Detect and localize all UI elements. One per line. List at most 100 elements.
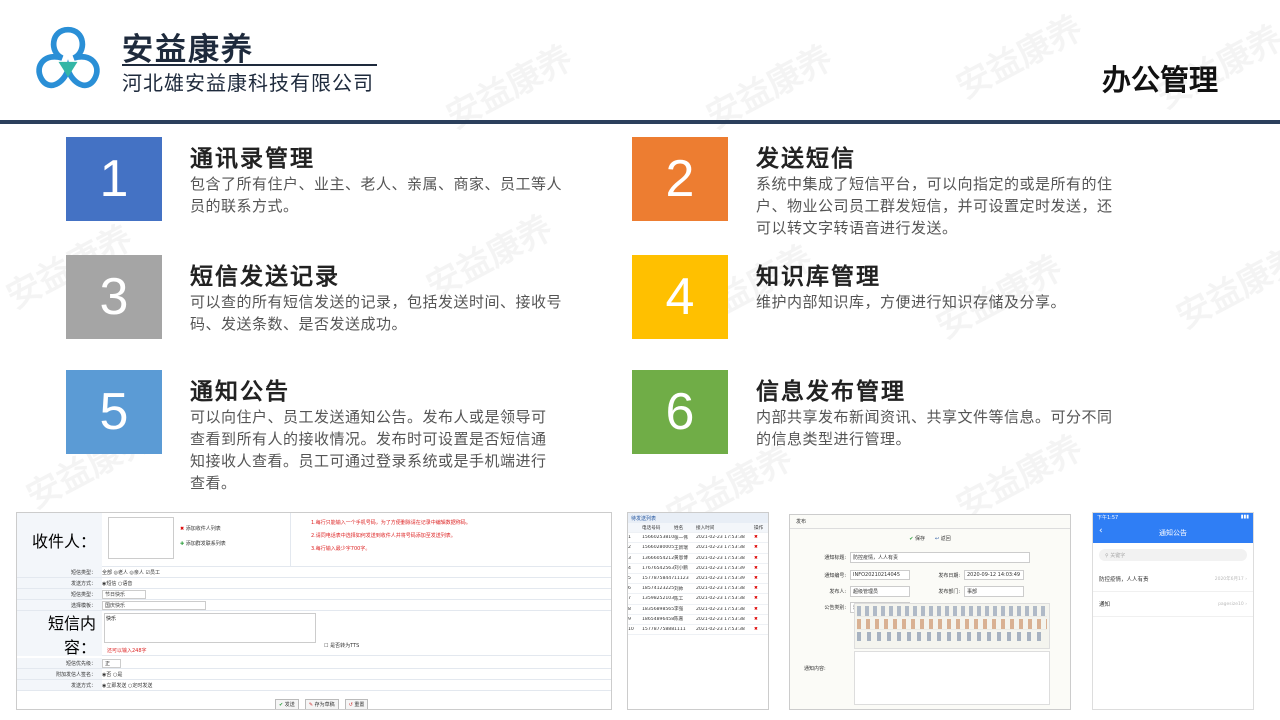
status-time: 下午1:57 bbox=[1097, 515, 1119, 521]
name-cell: 王新瑞 bbox=[674, 545, 688, 551]
time-cell: 2021-02-23 17:53:38 bbox=[696, 535, 745, 541]
row-number: 5 bbox=[628, 576, 631, 582]
recipient-textarea[interactable] bbox=[108, 517, 174, 559]
delete-icon[interactable]: ✖ bbox=[754, 545, 766, 550]
table-row: 6 18574123225 刘帅 2021-02-23 17:53:38 ✖ bbox=[628, 584, 768, 595]
row-number: 10 bbox=[628, 626, 634, 632]
field-label: 短信类型： bbox=[17, 589, 102, 599]
delete-icon[interactable]: ✖ bbox=[754, 607, 766, 612]
tip-line: 2.请同电话表中选择如何发送到收件人并将号码添加至发送列表。 bbox=[311, 533, 456, 539]
mobile-list-item[interactable]: 防控疫情，人人有责 2020年6月17 › bbox=[1093, 567, 1253, 592]
feature-desc: 系统中集成了短信平台，可以向指定的或是所有的住户、物业公司员工群发短信，并可设置… bbox=[756, 175, 1113, 237]
list-item-title: 防控疫情，人人有责 bbox=[1099, 577, 1149, 583]
field-value[interactable]: ◉立即发送 ○定时发送 bbox=[102, 682, 152, 689]
phone-cell: 17676542563 bbox=[642, 565, 674, 571]
table-row: 1 15660253810 张一伟 2021-02-23 17:53:38 ✖ bbox=[628, 533, 768, 544]
tts-checkbox[interactable]: ☐ 是否转为TTS bbox=[324, 642, 359, 649]
feature-item-info-publish: 6 信息发布管理 内部共享发布新闻资讯、共享文件等信息。可分不同的信息类型进行管… bbox=[632, 370, 1152, 460]
table-row: 10 15778775888 1111 2021-02-23 17:53:38 ✖ bbox=[628, 625, 768, 636]
publish-date-input[interactable]: 2020-09-12 14:03:49 bbox=[964, 570, 1024, 580]
list-title: 待发送列表 bbox=[628, 513, 768, 523]
delete-icon[interactable]: ✖ bbox=[754, 586, 766, 591]
field-label: 通知编号: bbox=[824, 572, 846, 579]
feature-desc: 维护内部知识库，方便进行知识存储及分享。 bbox=[756, 293, 1067, 311]
phone-cell: 18654896458 bbox=[642, 616, 674, 622]
delete-icon[interactable]: ✖ bbox=[754, 576, 766, 581]
delete-icon[interactable]: ✖ bbox=[754, 617, 766, 622]
time-cell: 2021-02-23 17:53:38 bbox=[696, 555, 745, 561]
column-header: 电话号码 bbox=[642, 525, 661, 531]
row-number: 8 bbox=[628, 606, 631, 612]
sms-type-select[interactable]: 节日快乐 bbox=[102, 589, 147, 599]
watermark: 安益康养 bbox=[1166, 231, 1280, 338]
feature-item-knowledge-base: 4 知识库管理 维护内部知识库，方便进行知识存储及分享。 bbox=[632, 255, 1152, 345]
field-value[interactable]: ◉否 ○是 bbox=[102, 671, 122, 678]
phone-cell: 15778775888 bbox=[642, 626, 674, 632]
row-number: 2 bbox=[628, 545, 631, 551]
feature-number: 5 bbox=[66, 370, 162, 454]
feature-desc: 内部共享发布新闻资讯、共享文件等信息。可分不同的信息类型进行管理。 bbox=[756, 408, 1113, 448]
delete-icon[interactable]: ✖ bbox=[754, 596, 766, 601]
sms-content-textarea[interactable]: 快乐 bbox=[104, 613, 316, 643]
list-item-meta: pagesize10 › bbox=[1218, 601, 1247, 607]
sms-form-screenshot: 收件人： ✖ 添加收件人列表 ✚ 添加群发联系列表 1.每行只能输入一个手机号码… bbox=[16, 512, 612, 710]
field-label: 发送方式： bbox=[17, 680, 102, 690]
priority-select[interactable]: 正 bbox=[102, 658, 122, 668]
header-divider bbox=[0, 120, 1280, 124]
name-cell: 李强 bbox=[674, 607, 684, 613]
feature-title: 知识库管理 bbox=[756, 264, 881, 290]
send-button[interactable]: ✔ 发送 bbox=[275, 699, 299, 709]
name-cell: 陈嘉 bbox=[674, 617, 684, 623]
phone-cell: 13666054212 bbox=[642, 555, 674, 561]
phone-cell: 15778758447 bbox=[642, 576, 674, 582]
save-draft-button[interactable]: ✎ 存为草稿 bbox=[304, 699, 339, 709]
delete-icon[interactable]: ✖ bbox=[754, 566, 766, 571]
row-number: 1 bbox=[628, 535, 631, 541]
feature-number: 1 bbox=[66, 137, 162, 221]
notice-content-editor[interactable] bbox=[854, 651, 1050, 705]
return-button[interactable]: ↩ 返回 bbox=[935, 535, 951, 542]
delete-icon[interactable]: ✖ bbox=[754, 535, 766, 540]
back-arrow-icon[interactable]: ‹ bbox=[1099, 526, 1103, 536]
list-header: 电话号码 姓名 接入时间 操作 bbox=[628, 523, 768, 534]
feature-title: 通讯录管理 bbox=[190, 146, 315, 172]
field-label: 短信内容： bbox=[17, 611, 102, 657]
mobile-title: 通知公告 bbox=[1159, 529, 1187, 537]
field-value[interactable]: 全部 ◎老人 ◎亲人 ☑员工 bbox=[102, 569, 160, 576]
list-item-meta: 2020年6月17 › bbox=[1214, 577, 1247, 582]
mobile-list-item[interactable]: 通知 pagesize10 › bbox=[1093, 592, 1253, 617]
template-select[interactable]: 国庆快乐 bbox=[102, 600, 207, 610]
add-group-button[interactable]: ✚ 添加群发联系列表 bbox=[180, 540, 290, 547]
save-button[interactable]: ✔ 保存 bbox=[909, 535, 925, 542]
time-cell: 2021-02-23 17:53:39 bbox=[696, 576, 745, 582]
column-header: 接入时间 bbox=[696, 525, 715, 531]
row-number: 4 bbox=[628, 565, 631, 571]
notice-tab[interactable]: 发布 bbox=[790, 515, 1070, 529]
header: 安益康养 河北雄安益康科技有限公司 办公管理 bbox=[0, 0, 1280, 122]
field-label: 短信类型： bbox=[17, 567, 102, 577]
add-recipient-button[interactable]: ✖ 添加收件人列表 bbox=[180, 525, 290, 532]
status-bar: 下午1:57 ▮▮▮ bbox=[1093, 513, 1253, 522]
reset-button[interactable]: ↺ 重置 bbox=[344, 699, 369, 709]
notice-no-input[interactable]: INFO20210214045 bbox=[850, 570, 910, 580]
name-cell: 11123 bbox=[674, 576, 689, 582]
name-cell: 陈工 bbox=[674, 596, 684, 602]
delete-icon[interactable]: ✖ bbox=[754, 556, 766, 561]
dept-input[interactable]: 事部 bbox=[964, 585, 1024, 597]
list-body: 1 15660253810 张一伟 2021-02-23 17:53:38 ✖ 2 1566… bbox=[628, 533, 768, 636]
feature-desc: 可以查的所有短信发送的记录，包括发送时间、接收号码、发送条数、是否发送成功。 bbox=[190, 293, 563, 333]
notice-title-input[interactable]: 防控疫情，人人有责 bbox=[850, 551, 1030, 563]
time-cell: 2021-02-23 17:53:38 bbox=[696, 545, 745, 551]
content-label: 通知内容: bbox=[804, 666, 826, 672]
battery-icon: ▮▮▮ bbox=[1240, 514, 1249, 520]
row-number: 6 bbox=[628, 586, 631, 592]
form-row: 短信优先级：正 bbox=[17, 658, 611, 669]
field-value[interactable]: ◉短信 ○语音 bbox=[102, 580, 132, 587]
mobile-search-input[interactable]: ⚲ 关键字 bbox=[1099, 549, 1247, 561]
field-label: 短信优先级： bbox=[17, 658, 102, 668]
mobile-screenshot: 下午1:57 ▮▮▮ ‹ 通知公告 ⚲ 关键字 防控疫情，人人有责 2020年6… bbox=[1092, 512, 1254, 710]
publisher-input[interactable]: 超级管理员 bbox=[850, 585, 910, 597]
rich-text-toolbar[interactable] bbox=[854, 603, 1050, 649]
delete-icon[interactable]: ✖ bbox=[754, 627, 766, 632]
time-cell: 2021-02-23 17:53:39 bbox=[696, 565, 745, 571]
